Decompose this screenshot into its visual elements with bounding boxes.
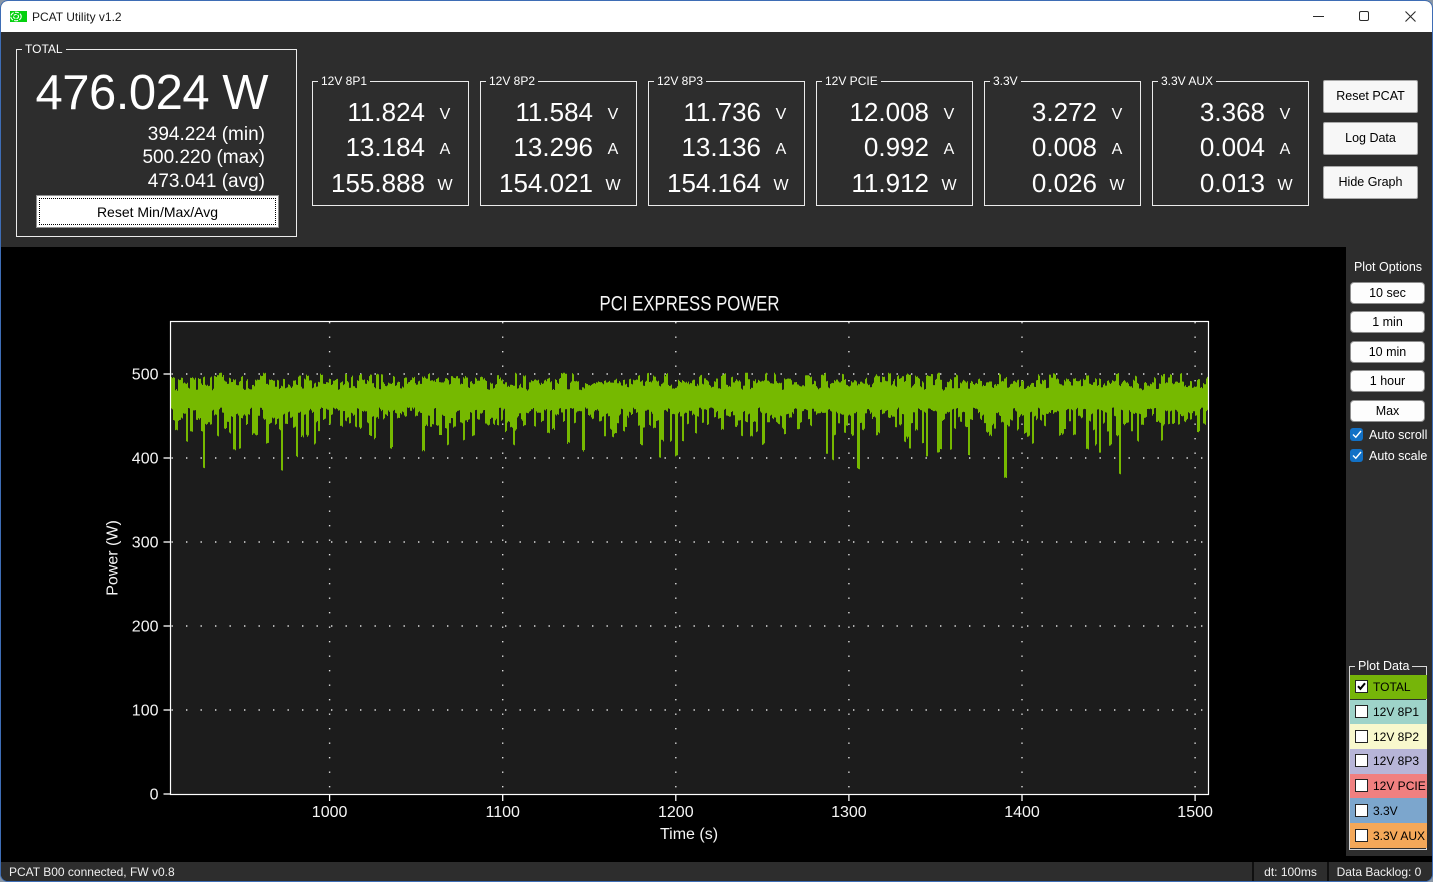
- svg-text:Power (W): Power (W): [105, 520, 122, 596]
- svg-text:1000: 1000: [312, 804, 348, 821]
- svg-text:400: 400: [132, 451, 159, 468]
- svg-text:1100: 1100: [485, 804, 520, 821]
- svg-text:500: 500: [132, 367, 159, 384]
- svg-text:1200: 1200: [658, 804, 694, 821]
- svg-text:0: 0: [150, 787, 159, 804]
- svg-text:100: 100: [132, 703, 159, 720]
- svg-text:200: 200: [132, 619, 159, 636]
- svg-text:1500: 1500: [1177, 804, 1213, 821]
- svg-text:300: 300: [132, 535, 159, 552]
- svg-text:Time (s): Time (s): [660, 826, 718, 843]
- svg-text:PCI EXPRESS POWER: PCI EXPRESS POWER: [600, 292, 780, 316]
- svg-text:1300: 1300: [831, 804, 867, 821]
- svg-text:1400: 1400: [1004, 804, 1040, 821]
